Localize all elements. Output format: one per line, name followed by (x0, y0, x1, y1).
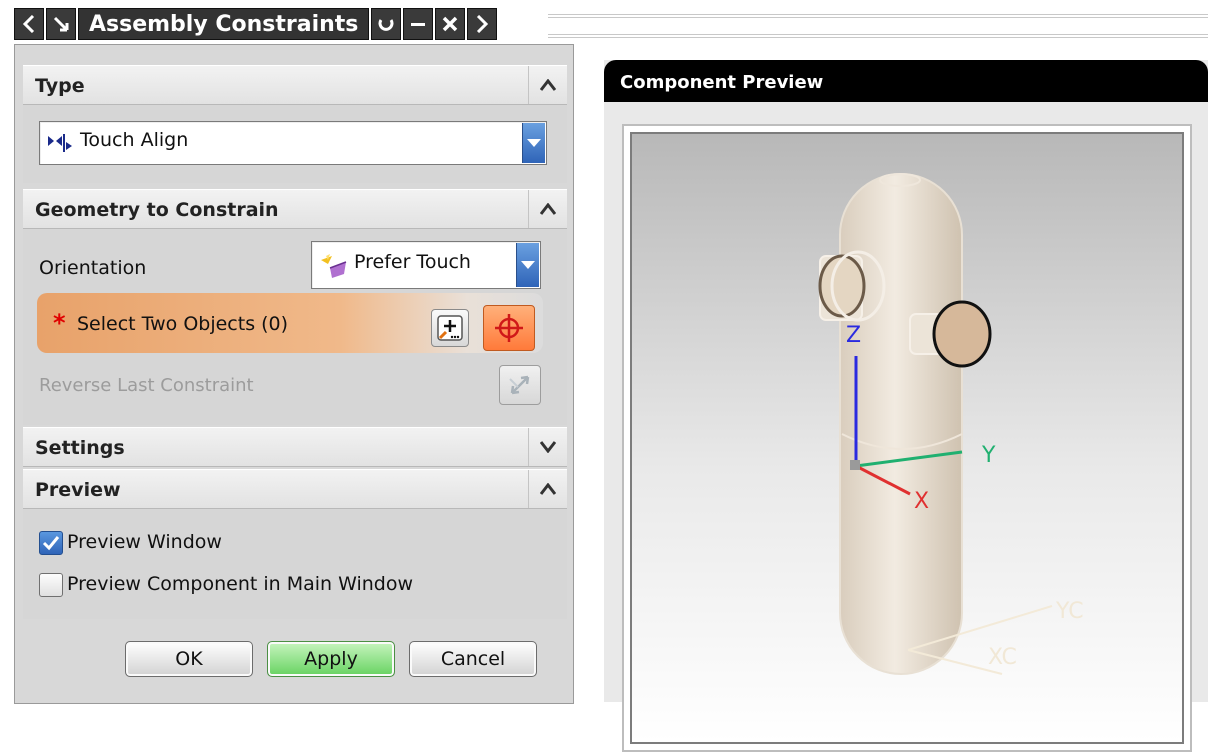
crosshair-icon (495, 314, 523, 342)
checkmark-icon (42, 536, 60, 551)
select-objects-label: Select Two Objects (0) (77, 313, 289, 335)
preview-section-header[interactable]: Preview (23, 469, 567, 509)
type-dropdown-value: Touch Align (80, 129, 189, 151)
component-preview-header: Component Preview (604, 60, 1208, 102)
touch-align-icon (46, 132, 74, 158)
settings-section-header[interactable]: Settings (23, 427, 567, 467)
reverse-last-constraint-button[interactable] (499, 365, 541, 405)
chevron-down-icon[interactable] (522, 123, 545, 163)
required-star-icon: * (53, 309, 66, 337)
forward-arrow-icon (477, 15, 489, 33)
orientation-value: Prefer Touch (354, 251, 471, 273)
ok-button[interactable]: OK (125, 641, 253, 677)
geometry-section-header[interactable]: Geometry to Constrain (23, 189, 567, 229)
axis-label-z: Z (846, 323, 861, 348)
add-selection-icon (437, 315, 463, 341)
type-dropdown[interactable]: Touch Align (39, 121, 547, 165)
axis-label-yc: YC (1055, 599, 1084, 624)
close-icon (443, 16, 458, 32)
minimize-button[interactable] (403, 8, 434, 40)
axis-label-xc: XC (988, 645, 1017, 670)
axis-label-x: X (914, 489, 929, 514)
component-preview-panel: Component Preview Z Y X YC XC (604, 60, 1208, 752)
component-preview-title: Component Preview (620, 72, 824, 93)
collapse-icon[interactable] (528, 470, 567, 508)
preview-section-body (23, 509, 567, 619)
orientation-dropdown[interactable]: Prefer Touch (311, 241, 541, 289)
preview-frame: Z Y X YC XC (622, 124, 1192, 752)
dialog-title: Assembly Constraints (78, 8, 370, 40)
cancel-button[interactable]: Cancel (409, 641, 537, 677)
reverse-icon (509, 375, 530, 395)
forward-arrow-button[interactable] (467, 8, 498, 40)
type-section-header[interactable]: Type (23, 65, 567, 105)
section-label: Geometry to Constrain (35, 199, 279, 221)
section-label: Preview (35, 479, 121, 501)
expand-icon[interactable] (528, 428, 567, 466)
preview-window-label: Preview Window (67, 531, 222, 553)
type-section-body: Touch Align (23, 105, 567, 183)
prefer-touch-icon (318, 252, 348, 284)
close-button[interactable] (435, 8, 466, 40)
reset-button[interactable] (371, 8, 402, 40)
select-arrow-icon (53, 16, 69, 32)
collapse-icon[interactable] (528, 190, 567, 228)
collapse-icon[interactable] (528, 66, 567, 104)
preview-window-checkbox[interactable] (39, 531, 63, 555)
select-arrow-button[interactable] (46, 8, 76, 40)
reverse-last-constraint-label: Reverse Last Constraint (39, 375, 254, 396)
select-objects-button[interactable] (483, 305, 535, 351)
chevron-down-icon[interactable] (516, 243, 539, 287)
component-model[interactable]: Z Y X YC XC (632, 134, 1182, 740)
section-label: Type (35, 75, 85, 97)
assembly-constraints-dialog: Type Touch Align Geometry to Constrain O… (14, 44, 574, 704)
preview-main-window-checkbox[interactable] (39, 573, 63, 597)
minimize-icon (411, 23, 426, 26)
orientation-label: Orientation (39, 257, 147, 279)
section-label: Settings (35, 437, 125, 459)
create-selection-button[interactable] (431, 309, 469, 347)
apply-button[interactable]: Apply (267, 641, 395, 677)
preview-viewport[interactable]: Z Y X YC XC (630, 132, 1184, 744)
axis-label-y: Y (981, 443, 996, 468)
dialog-titlebar: Assembly Constraints (14, 8, 499, 40)
preview-main-window-label: Preview Component in Main Window (67, 573, 414, 595)
back-arrow-icon (22, 15, 35, 33)
back-arrow-button[interactable] (14, 8, 44, 40)
reset-icon (378, 19, 394, 31)
titlebar-rule (548, 14, 1208, 38)
